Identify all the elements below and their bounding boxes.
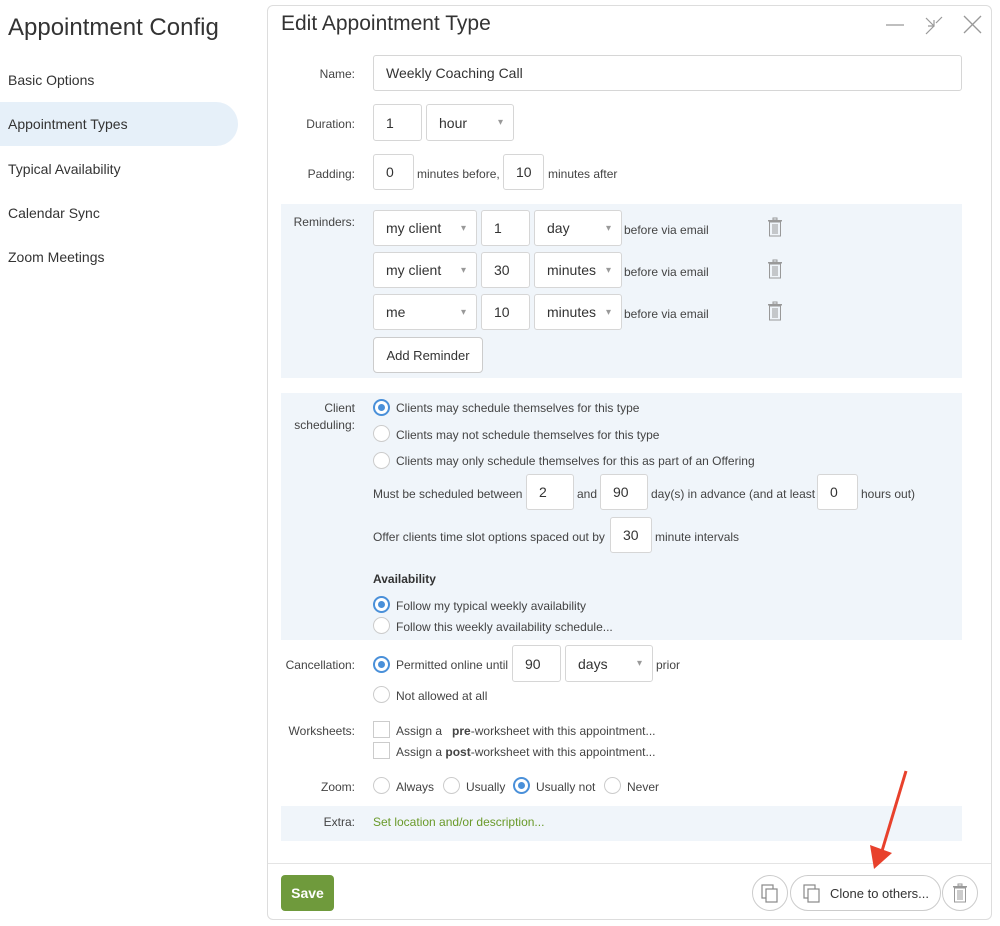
post-a: Assign a (396, 745, 443, 759)
between-text: Must be scheduled between (373, 487, 523, 501)
reminder-trash-icon[interactable] (767, 301, 783, 324)
reminder-suffix: before via email (624, 307, 709, 321)
reminder-unit-select[interactable]: minutes (534, 294, 622, 330)
zoom-never-radio[interactable] (604, 777, 621, 794)
schedule-offering-text: Clients may only schedule themselves for… (396, 454, 755, 468)
post-c: -worksheet with this appointment... (470, 745, 656, 759)
schedule-offering-radio[interactable] (373, 452, 390, 469)
reminder-trash-icon[interactable] (767, 217, 783, 240)
pre-worksheet-checkbox[interactable] (373, 721, 390, 738)
client-scheduling-label-1: Client (324, 401, 355, 415)
save-button[interactable]: Save (281, 875, 334, 911)
name-input[interactable]: Weekly Coaching Call (373, 55, 962, 91)
advance-text: day(s) in advance (and at least (651, 487, 816, 501)
post-worksheet-text: Assign a post-worksheet with this appoin… (396, 745, 655, 759)
post-worksheet-checkbox[interactable] (373, 742, 390, 759)
padding-after-input[interactable]: 10 (503, 154, 544, 190)
dialog-title: Edit Appointment Type (281, 12, 491, 35)
reminder-recipient-select[interactable]: me (373, 294, 477, 330)
cancellation-permitted-text: Permitted online until (396, 658, 509, 672)
pre-a: Assign a (396, 724, 443, 738)
max-days-input[interactable]: 90 (600, 474, 648, 510)
clone-label: Clone to others... (830, 885, 929, 901)
pre-worksheet-text: Assign a pre-worksheet with this appoint… (396, 724, 656, 738)
window-controls (886, 15, 982, 35)
clone-to-others-button[interactable]: Clone to others... (790, 875, 941, 911)
name-label: Name: (319, 67, 355, 81)
annotation-arrow (870, 770, 908, 869)
duration-unit-select[interactable]: hour (426, 104, 514, 141)
trash-icon (953, 883, 967, 903)
zoom-usually-not-radio[interactable] (513, 777, 530, 794)
reminder-suffix: before via email (624, 265, 709, 279)
add-reminder-button[interactable]: Add Reminder (373, 337, 483, 373)
cancellation-not-allowed-text: Not allowed at all (396, 689, 488, 703)
padding-after-text: minutes after (548, 167, 618, 181)
post-b: post (445, 745, 471, 759)
zoom-usually-radio[interactable] (443, 777, 460, 794)
sidebar-item-basic-options[interactable]: Basic Options (0, 58, 238, 102)
cancellation-unit-select[interactable]: days (565, 645, 653, 682)
duration-input[interactable]: 1 (373, 104, 422, 141)
availability-schedule-radio[interactable] (373, 617, 390, 634)
cancellation-permitted-radio[interactable] (373, 656, 390, 673)
reminder-amount-input[interactable]: 30 (481, 252, 530, 288)
zoom-usually-not-text: Usually not (536, 780, 596, 794)
pre-b: pre (452, 724, 471, 738)
padding-before-text: minutes before, (417, 167, 500, 181)
duplicate-button[interactable] (752, 875, 788, 911)
set-location-link[interactable]: Set location and/or description... (373, 815, 544, 829)
sidebar-item-appointment-types[interactable]: Appointment Types (0, 102, 238, 146)
reminder-amount-input[interactable]: 1 (481, 210, 530, 246)
worksheets-label: Worksheets: (288, 724, 355, 738)
schedule-self-radio[interactable] (373, 399, 390, 416)
availability-typical-radio[interactable] (373, 596, 390, 613)
reminder-unit-select[interactable]: day (534, 210, 622, 246)
reminders-label: Reminders: (293, 215, 355, 229)
duration-label: Duration: (306, 117, 355, 131)
cancellation-label: Cancellation: (285, 658, 355, 672)
zoom-never-text: Never (627, 780, 660, 794)
spacing-input[interactable]: 30 (610, 517, 652, 553)
padding-label: Padding: (307, 167, 355, 181)
reminder-trash-icon[interactable] (767, 259, 783, 282)
sidebar-item-zoom-meetings[interactable]: Zoom Meetings (0, 235, 238, 279)
cancellation-amount-input[interactable]: 90 (512, 645, 561, 682)
and-text: and (577, 487, 598, 501)
availability-heading: Availability (373, 572, 436, 586)
schedule-not-radio[interactable] (373, 425, 390, 442)
sidebar-title: Appointment Config (8, 14, 219, 41)
sidebar-item-calendar-sync[interactable]: Calendar Sync (0, 191, 238, 235)
availability-schedule-text: Follow this weekly availability schedule… (396, 620, 613, 634)
min-days-input[interactable]: 2 (526, 474, 574, 510)
cancellation-not-allowed-radio[interactable] (373, 686, 390, 703)
reminder-amount-input[interactable]: 10 (481, 294, 530, 330)
delete-button[interactable] (942, 875, 978, 911)
availability-typical-text: Follow my typical weekly availability (396, 599, 587, 613)
reminder-recipient-select[interactable]: my client (373, 210, 477, 246)
reminder-suffix: before via email (624, 223, 709, 237)
schedule-self-text: Clients may schedule themselves for this… (396, 401, 640, 415)
zoom-label: Zoom: (320, 780, 355, 794)
collapse-icon[interactable] (925, 16, 943, 35)
copy-icon (761, 884, 778, 903)
cancellation-suffix: prior (656, 658, 681, 672)
extra-label: Extra: (323, 815, 355, 829)
spacing-text: Offer clients time slot options spaced o… (373, 530, 605, 544)
zoom-usually-text: Usually (466, 780, 506, 794)
spacing-suffix: minute intervals (655, 530, 740, 544)
sidebar-item-typical-availability[interactable]: Typical Availability (0, 147, 238, 191)
reminder-unit-select[interactable]: minutes (534, 252, 622, 288)
padding-before-input[interactable]: 0 (373, 154, 414, 190)
close-icon[interactable] (963, 15, 982, 34)
schedule-not-text: Clients may not schedule themselves for … (396, 428, 660, 442)
zoom-always-text: Always (396, 780, 435, 794)
hours-input[interactable]: 0 (817, 474, 858, 510)
zoom-always-radio[interactable] (373, 777, 390, 794)
reminder-recipient-select[interactable]: my client (373, 252, 477, 288)
copy-icon (803, 884, 820, 903)
hours-text: hours out) (861, 487, 916, 501)
client-scheduling-label-2: scheduling: (294, 418, 355, 432)
pre-c: -worksheet with this appointment... (470, 724, 656, 738)
